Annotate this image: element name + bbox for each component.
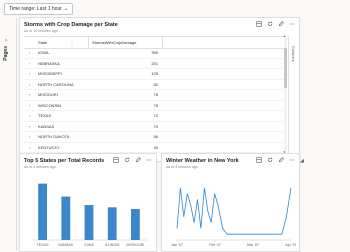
refresh-icon[interactable] — [124, 157, 130, 163]
cell-state: NORTH CAROLINA — [38, 81, 74, 87]
expand-row-icon[interactable]: › — [29, 111, 30, 121]
expand-row-icon[interactable]: › — [29, 132, 30, 142]
x-tick-label: Feb '07 — [209, 243, 221, 247]
x-tick-label: KANSAS — [59, 243, 74, 247]
expand-row-icon[interactable]: › — [29, 48, 30, 58]
cell-value: 201 — [151, 60, 158, 66]
x-tick-label: Mar '07 — [247, 243, 259, 247]
x-tick-label: ILLINOIS — [105, 243, 120, 247]
line-tile-toolbar — [256, 157, 295, 163]
table-row[interactable]: › WISCONSIN 75 — [24, 101, 286, 111]
cell-value: 49 — [153, 144, 158, 150]
bar-tile-toolbar — [113, 157, 152, 163]
expand-row-icon[interactable]: › — [29, 80, 30, 90]
table-row[interactable]: › KENTUCKY 49 — [24, 143, 286, 153]
expand-row-icon[interactable]: › — [29, 90, 30, 100]
data-table: State ⋮ StormsWithCropDamage › IOWA 359 › NE… — [24, 36, 286, 155]
table-row[interactable]: › KANSAS 70 — [24, 122, 286, 132]
chevron-down-icon: ⌄ — [63, 6, 69, 12]
line-tile-title: Winter Weather in New York — [166, 158, 239, 164]
expand-row-icon[interactable]: › — [29, 122, 30, 132]
bar-chart: TEXAS KANSAS IOWA ILLINOIS MISSOURI — [31, 183, 147, 247]
line-chart-tile: Winter Weather in New York As of 4 minut… — [161, 153, 300, 252]
edit-icon[interactable] — [278, 157, 284, 163]
cell-state: KENTUCKY — [38, 144, 60, 150]
columns-panel[interactable]: Columns — [288, 36, 299, 154]
bar-missouri[interactable] — [130, 209, 140, 240]
bar-kansas[interactable] — [61, 196, 71, 240]
scroll-up-icon[interactable]: ▲ — [283, 34, 286, 38]
table-tile-subtitle: As of 14 minutes ago — [24, 29, 58, 33]
column-header-metric[interactable]: StormsWithCropDamage — [88, 37, 163, 48]
table-tile-toolbar — [256, 21, 295, 27]
x-tick-label: MISSOURI — [127, 243, 145, 247]
time-range-selector[interactable]: Time range: Last 1 hour ⌄ — [4, 3, 74, 15]
table-tile: Storms with Crop Damage per State As of … — [19, 17, 300, 162]
table-row[interactable]: › IOWA 359 — [24, 48, 286, 59]
cell-state: WISCONSIN — [38, 102, 62, 108]
cell-value: 70 — [153, 123, 158, 129]
columns-panel-label: Columns — [291, 46, 296, 62]
more-icon[interactable] — [289, 21, 295, 27]
time-range-label: Time range: Last 1 hour — [9, 6, 62, 12]
cell-state: TEXAS — [38, 113, 52, 118]
scroll-thumb[interactable] — [284, 48, 287, 88]
column-header-state[interactable]: State — [38, 37, 47, 48]
cell-state: IOWA — [38, 50, 49, 55]
explore-icon[interactable] — [113, 157, 119, 163]
table-row[interactable]: › NORTH DAKOTA 56 — [24, 132, 286, 143]
bar-tile-subtitle: As of 4 minutes ago — [24, 165, 56, 169]
edit-icon[interactable] — [135, 157, 141, 163]
bar-illinois[interactable] — [107, 207, 117, 240]
edit-icon[interactable] — [278, 21, 284, 27]
refresh-icon[interactable] — [267, 157, 273, 163]
table-tile-title: Storms with Crop Damage per State — [24, 22, 118, 28]
cell-state: NEBRASKA — [38, 60, 60, 66]
cell-value: 72 — [153, 113, 158, 118]
bar-texas[interactable] — [38, 183, 48, 240]
cell-value: 56 — [153, 134, 158, 139]
cell-value: 105 — [151, 71, 158, 76]
refresh-icon[interactable] — [267, 21, 273, 27]
expand-row-icon[interactable]: › — [29, 101, 30, 111]
pages-rail[interactable]: › Pages — [0, 18, 17, 250]
x-tick-label: Jan '07 — [171, 243, 182, 247]
cell-state: MISSOURI — [38, 92, 58, 97]
cell-state: KANSAS — [38, 123, 55, 129]
more-icon[interactable] — [289, 157, 295, 163]
table-scrollbar[interactable]: ▲ ▼ — [283, 34, 287, 154]
x-tick-label: Apr '07 — [285, 243, 296, 247]
bar-chart-tile: Top 5 States per Total Records As of 4 m… — [19, 153, 157, 252]
series-line[interactable] — [176, 187, 292, 235]
x-tick-label: IOWA — [84, 243, 94, 247]
chevron-right-icon[interactable]: › — [5, 38, 7, 44]
more-icon[interactable] — [146, 157, 152, 163]
table-row[interactable]: › NEBRASKA 201 — [24, 59, 286, 69]
sort-icon[interactable]: ⋮ — [70, 37, 74, 48]
bar-iowa[interactable] — [84, 205, 94, 240]
cell-state: MISSISSIPPI — [38, 71, 62, 76]
cell-value: 359 — [151, 50, 158, 55]
cell-value: 82 — [153, 81, 158, 87]
table-row[interactable]: › MISSOURI 78 — [24, 90, 286, 101]
expand-row-icon[interactable]: › — [29, 59, 30, 69]
line-tile-subtitle: As of 4 minutes ago — [166, 165, 198, 169]
cell-value: 78 — [153, 92, 158, 97]
table-row[interactable]: › NORTH CAROLINA 82 — [24, 80, 286, 90]
bar-tile-title: Top 5 States per Total Records — [24, 158, 105, 164]
tile-resize-icon[interactable]: ◢ — [300, 158, 304, 164]
line-chart: Jan '07 Feb '07 Mar '07 Apr '07 — [171, 187, 296, 247]
cell-value: 75 — [153, 102, 158, 108]
pages-label: Pages — [3, 46, 9, 61]
expand-row-icon[interactable]: › — [29, 143, 30, 153]
table-row[interactable]: › MISSISSIPPI 105 — [24, 69, 286, 80]
explore-icon[interactable] — [256, 21, 262, 27]
explore-icon[interactable] — [256, 157, 262, 163]
expand-row-icon[interactable]: › — [29, 69, 30, 79]
cell-state: NORTH DAKOTA — [38, 134, 70, 139]
x-tick-label: TEXAS — [37, 243, 49, 247]
table-row[interactable]: › TEXAS 72 — [24, 111, 286, 122]
